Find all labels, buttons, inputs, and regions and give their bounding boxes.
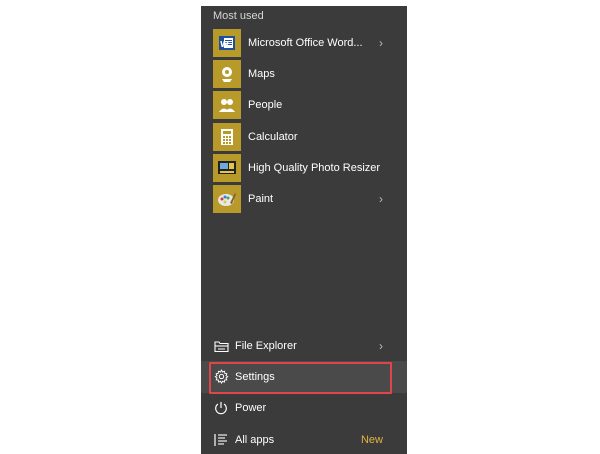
app-item-maps[interactable]: Maps <box>201 58 407 89</box>
page: Most used W Microsoft Office Word... › M… <box>0 0 600 454</box>
new-badge: New <box>360 433 383 446</box>
app-label-photo-resizer: High Quality Photo Resizer <box>248 161 381 174</box>
all-apps-item[interactable]: All apps New <box>201 424 407 454</box>
power-icon <box>213 400 229 416</box>
app-label-people: People <box>248 99 283 112</box>
bottom-list: File Explorer › Settings Power All apps … <box>201 330 407 454</box>
all-apps-label: All apps <box>235 433 275 446</box>
photo-resizer-icon <box>213 153 241 182</box>
maps-icon <box>213 59 241 88</box>
app-label-paint: Paint <box>248 193 274 206</box>
folder-icon <box>213 338 229 354</box>
chevron-right-icon[interactable]: › <box>379 340 383 352</box>
app-label-maps: Maps <box>248 67 275 80</box>
app-item-calculator[interactable]: Calculator <box>201 121 407 152</box>
app-item-paint[interactable]: Paint › <box>201 183 407 214</box>
app-item-people[interactable]: People <box>201 90 407 121</box>
gear-icon <box>213 369 229 385</box>
people-icon <box>213 91 241 120</box>
word-icon: W <box>213 28 241 57</box>
power-item[interactable]: Power <box>201 393 407 424</box>
chevron-right-icon[interactable]: › <box>379 37 383 49</box>
chevron-right-icon[interactable]: › <box>379 193 383 205</box>
power-label: Power <box>235 402 267 415</box>
settings-item[interactable]: Settings <box>201 361 407 393</box>
file-explorer-item[interactable]: File Explorer › <box>201 330 407 361</box>
svg-text:W: W <box>220 40 229 49</box>
app-label-calculator: Calculator <box>248 130 298 143</box>
app-item-word[interactable]: W Microsoft Office Word... › <box>201 27 407 58</box>
paint-icon <box>213 185 241 214</box>
most-used-label: Most used <box>213 10 264 22</box>
most-used-list: W Microsoft Office Word... › Maps People… <box>201 27 407 215</box>
list-icon <box>213 432 229 448</box>
app-item-photo-resizer[interactable]: High Quality Photo Resizer <box>201 152 407 183</box>
file-explorer-label: File Explorer <box>235 339 297 352</box>
calculator-icon <box>213 122 241 151</box>
app-label-word: Microsoft Office Word... <box>248 36 363 49</box>
settings-label: Settings <box>235 370 275 383</box>
start-menu: Most used W Microsoft Office Word... › M… <box>201 6 407 454</box>
